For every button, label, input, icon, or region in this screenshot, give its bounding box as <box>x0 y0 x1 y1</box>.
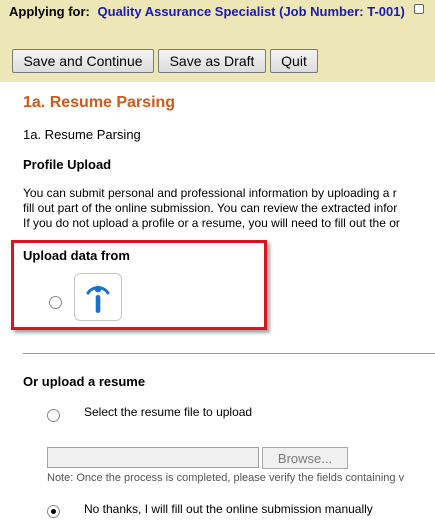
save-and-continue-button[interactable]: Save and Continue <box>12 49 154 73</box>
header-checkbox[interactable] <box>414 4 424 14</box>
divider <box>23 353 435 354</box>
page-title: 1a. Resume Parsing <box>23 94 176 111</box>
manual-entry-radio[interactable] <box>47 505 60 518</box>
browse-button[interactable]: Browse... <box>262 447 348 469</box>
profile-upload-heading: Profile Upload <box>23 157 112 172</box>
upload-provider-radio[interactable] <box>49 296 62 309</box>
header-bar: Applying for: Quality Assurance Speciali… <box>0 0 435 82</box>
upload-provider-button[interactable] <box>74 273 122 321</box>
quit-button[interactable]: Quit <box>270 49 318 73</box>
section-subtitle: 1a. Resume Parsing <box>23 127 141 142</box>
upload-resume-heading: Or upload a resume <box>23 374 146 389</box>
save-as-draft-button[interactable]: Save as Draft <box>158 49 266 73</box>
intro-line-1: You can submit personal and professional… <box>23 186 397 200</box>
resume-file-input[interactable] <box>47 447 259 468</box>
intro-paragraph: You can submit personal and professional… <box>23 186 435 231</box>
job-title: Quality Assurance Specialist (Job Number… <box>97 4 405 19</box>
upload-data-heading: Upload data from <box>23 248 130 263</box>
applying-label: Applying for: <box>9 4 90 19</box>
select-file-label: Select the resume file to upload <box>84 405 253 419</box>
manual-entry-label: No thanks, I will fill out the online su… <box>84 502 373 516</box>
applying-for: Applying for: Quality Assurance Speciali… <box>9 4 405 19</box>
intro-line-3: If you do not upload a profile or a resu… <box>23 216 400 230</box>
verify-note: Note: Once the process is completed, ple… <box>47 472 405 484</box>
info-i-icon <box>86 285 110 313</box>
intro-line-2: fill out part of the online submission. … <box>23 201 398 215</box>
select-file-radio[interactable] <box>47 409 60 422</box>
